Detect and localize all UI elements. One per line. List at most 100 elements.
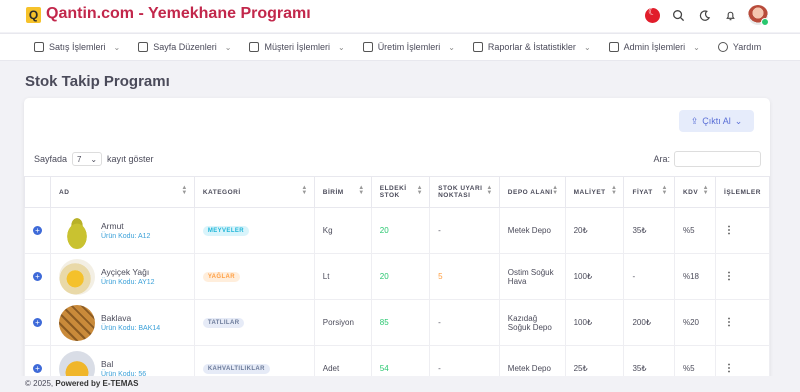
nav-label: Üretim İşlemleri xyxy=(377,42,441,52)
chevron-down-icon: ⌄ xyxy=(734,115,743,126)
nav-item-admin[interactable]: Admin İşlemleri ⌄ xyxy=(608,42,700,52)
bell-icon[interactable] xyxy=(722,7,738,23)
turkey-flag-icon[interactable] xyxy=(645,7,660,23)
footer-powered-link[interactable]: Powered by E-TEMAS xyxy=(55,379,138,388)
more-options-icon[interactable]: ⋮ xyxy=(724,225,734,236)
moon-icon[interactable] xyxy=(696,7,712,23)
vat-cell: %5 xyxy=(673,207,717,254)
table-row: + Ayçiçek Yağı Ürün Kodu: AY12 YAĞLAR Lt … xyxy=(24,253,770,300)
vat-cell: %18 xyxy=(673,253,717,300)
unit-cell: Porsiyon xyxy=(313,299,372,346)
vat-cell: %20 xyxy=(673,299,717,346)
stock-card: ⇪ Çıktı Al ⌄ Sayfada 7 ⌄ kayıt göster Ar… xyxy=(24,98,770,392)
sort-icon: ▲ ▼ xyxy=(661,185,668,196)
brand-title[interactable]: Qantin.com - Yemekhane Programı xyxy=(46,5,311,23)
chevron-down-icon: ⌄ xyxy=(337,42,345,52)
search-input[interactable] xyxy=(674,151,761,167)
header-stock[interactable]: ELDEKİ STOK ▲ ▼ xyxy=(370,176,431,208)
page-length-select[interactable]: 7 ⌄ xyxy=(72,152,103,166)
nav-item-production[interactable]: Üretim İşlemleri ⌄ xyxy=(362,42,455,52)
header-alert[interactable]: STOK UYARI NOKTASI ▲ ▼ xyxy=(429,176,500,208)
home-icon xyxy=(362,42,373,52)
category-badge: YAĞLAR xyxy=(202,272,241,282)
nav-item-customers[interactable]: Müşteri İşlemleri ⌄ xyxy=(249,42,345,52)
header-category[interactable]: KATEGORİ ▲ ▼ xyxy=(193,176,315,208)
nav-label: Sayfa Düzenleri xyxy=(153,42,217,52)
table-header-row: AD ▲ ▼ KATEGORİ ▲ ▼ BİRİM ▲ ▼ ELDEKİ STOK ▲ ▼ ST… xyxy=(24,176,770,208)
header-vat[interactable]: KDV ▲ ▼ xyxy=(673,176,717,208)
chevron-down-icon: ⌄ xyxy=(583,42,591,52)
length-value: 7 xyxy=(77,154,82,164)
footer-copyright: © 2025, xyxy=(25,379,54,388)
stock-cell: 20 xyxy=(370,207,431,254)
product-name[interactable]: Baklava xyxy=(101,313,160,323)
search-icon[interactable] xyxy=(670,7,686,23)
header-unit[interactable]: BİRİM ▲ ▼ xyxy=(313,176,372,208)
page-title: Stok Takip Programı xyxy=(25,73,170,90)
chevron-down-icon: ⌄ xyxy=(448,42,455,52)
length-prefix: Sayfada xyxy=(34,154,68,164)
product-name[interactable]: Ayçiçek Yağı xyxy=(101,267,155,277)
product-code: Ürün Kodu: AY12 xyxy=(101,279,155,286)
top-bar: Q Qantin.com - Yemekhane Programı xyxy=(0,0,800,32)
category-badge: MEYVELER xyxy=(202,226,250,236)
more-options-icon[interactable]: ⋮ xyxy=(724,271,734,282)
oil-image xyxy=(59,258,95,295)
stock-cell: 20 xyxy=(370,253,431,300)
depot-cell: Ostim Soğuk Hava xyxy=(498,253,566,300)
expand-row-icon[interactable]: + xyxy=(33,318,42,327)
chevron-down-icon: ⌄ xyxy=(693,42,700,52)
table-row: + Baklava Ürün Kodu: BAK14 TATLILAR Porsi… xyxy=(24,299,770,346)
chevron-down-icon: ⌄ xyxy=(90,154,98,164)
sort-icon: ▲ ▼ xyxy=(358,185,365,196)
depot-cell: Metek Depo xyxy=(498,207,566,254)
expand-row-icon[interactable]: + xyxy=(33,364,42,373)
product-name[interactable]: Bal xyxy=(101,359,146,369)
nav-item-help[interactable]: Yardım xyxy=(717,42,761,52)
product-name[interactable]: Armut xyxy=(101,221,150,231)
price-cell: 35₺ xyxy=(623,207,675,254)
header-name[interactable]: AD ▲ ▼ xyxy=(50,176,195,208)
nav-item-reports[interactable]: Raporlar & İstatistikler ⌄ xyxy=(472,42,591,52)
nav-item-layouts[interactable]: Sayfa Düzenleri ⌄ xyxy=(138,42,231,52)
logo-icon[interactable]: Q xyxy=(26,7,41,23)
expand-row-icon[interactable]: + xyxy=(33,226,42,235)
product-code: Ürün Kodu: A12 xyxy=(101,233,151,240)
main-nav: Satış İşlemleri ⌄ Sayfa Düzenleri ⌄ Müşt… xyxy=(0,33,800,61)
export-button[interactable]: ⇪ Çıktı Al ⌄ xyxy=(679,110,754,132)
pear-image xyxy=(59,212,95,249)
table-row: + Armut Ürün Kodu: A12 MEYVELER Kg 20 - M… xyxy=(24,207,770,254)
sort-icon: ▲ ▼ xyxy=(486,185,493,196)
footer: © 2025, Powered by E-TEMAS xyxy=(0,376,800,392)
share-icon: ⇪ xyxy=(690,115,699,126)
search-control: Ara: xyxy=(653,151,761,167)
expand-row-icon[interactable]: + xyxy=(33,272,42,281)
layout-icon xyxy=(138,42,149,52)
sort-icon: ▲ ▼ xyxy=(301,185,308,196)
header-depot[interactable]: DEPO ALANI ▲ ▼ xyxy=(498,176,566,208)
nav-label: Satış İşlemleri xyxy=(49,42,106,52)
grid-icon xyxy=(608,42,619,52)
page-length-control: Sayfada 7 ⌄ kayıt göster xyxy=(34,152,154,166)
header-cost[interactable]: MALİYET ▲ ▼ xyxy=(564,176,625,208)
avatar[interactable] xyxy=(748,5,769,26)
length-suffix: kayıt göster xyxy=(107,154,154,164)
report-icon xyxy=(472,42,483,52)
sort-icon: ▲ ▼ xyxy=(611,185,618,196)
nav-label: Raporlar & İstatistikler xyxy=(487,42,576,52)
header-actions: İŞLEMLER xyxy=(715,176,770,208)
export-label: Çıktı Al xyxy=(702,116,731,126)
chevron-down-icon: ⌄ xyxy=(113,42,121,52)
sort-icon: ▲ ▼ xyxy=(702,185,710,196)
alert-cell: 5 xyxy=(429,253,500,300)
nav-item-sales[interactable]: Satış İşlemleri ⌄ xyxy=(34,42,120,52)
search-label: Ara: xyxy=(653,154,670,164)
more-options-icon[interactable]: ⋮ xyxy=(724,363,734,374)
stock-cell: 85 xyxy=(370,299,431,346)
more-options-icon[interactable]: ⋮ xyxy=(724,317,734,328)
help-icon xyxy=(717,42,728,52)
nav-label: Admin İşlemleri xyxy=(623,42,686,52)
sort-icon: ▲ ▼ xyxy=(416,185,424,196)
category-badge: TATLILAR xyxy=(202,318,245,328)
header-price[interactable]: FİYAT ▲ ▼ xyxy=(623,176,675,208)
